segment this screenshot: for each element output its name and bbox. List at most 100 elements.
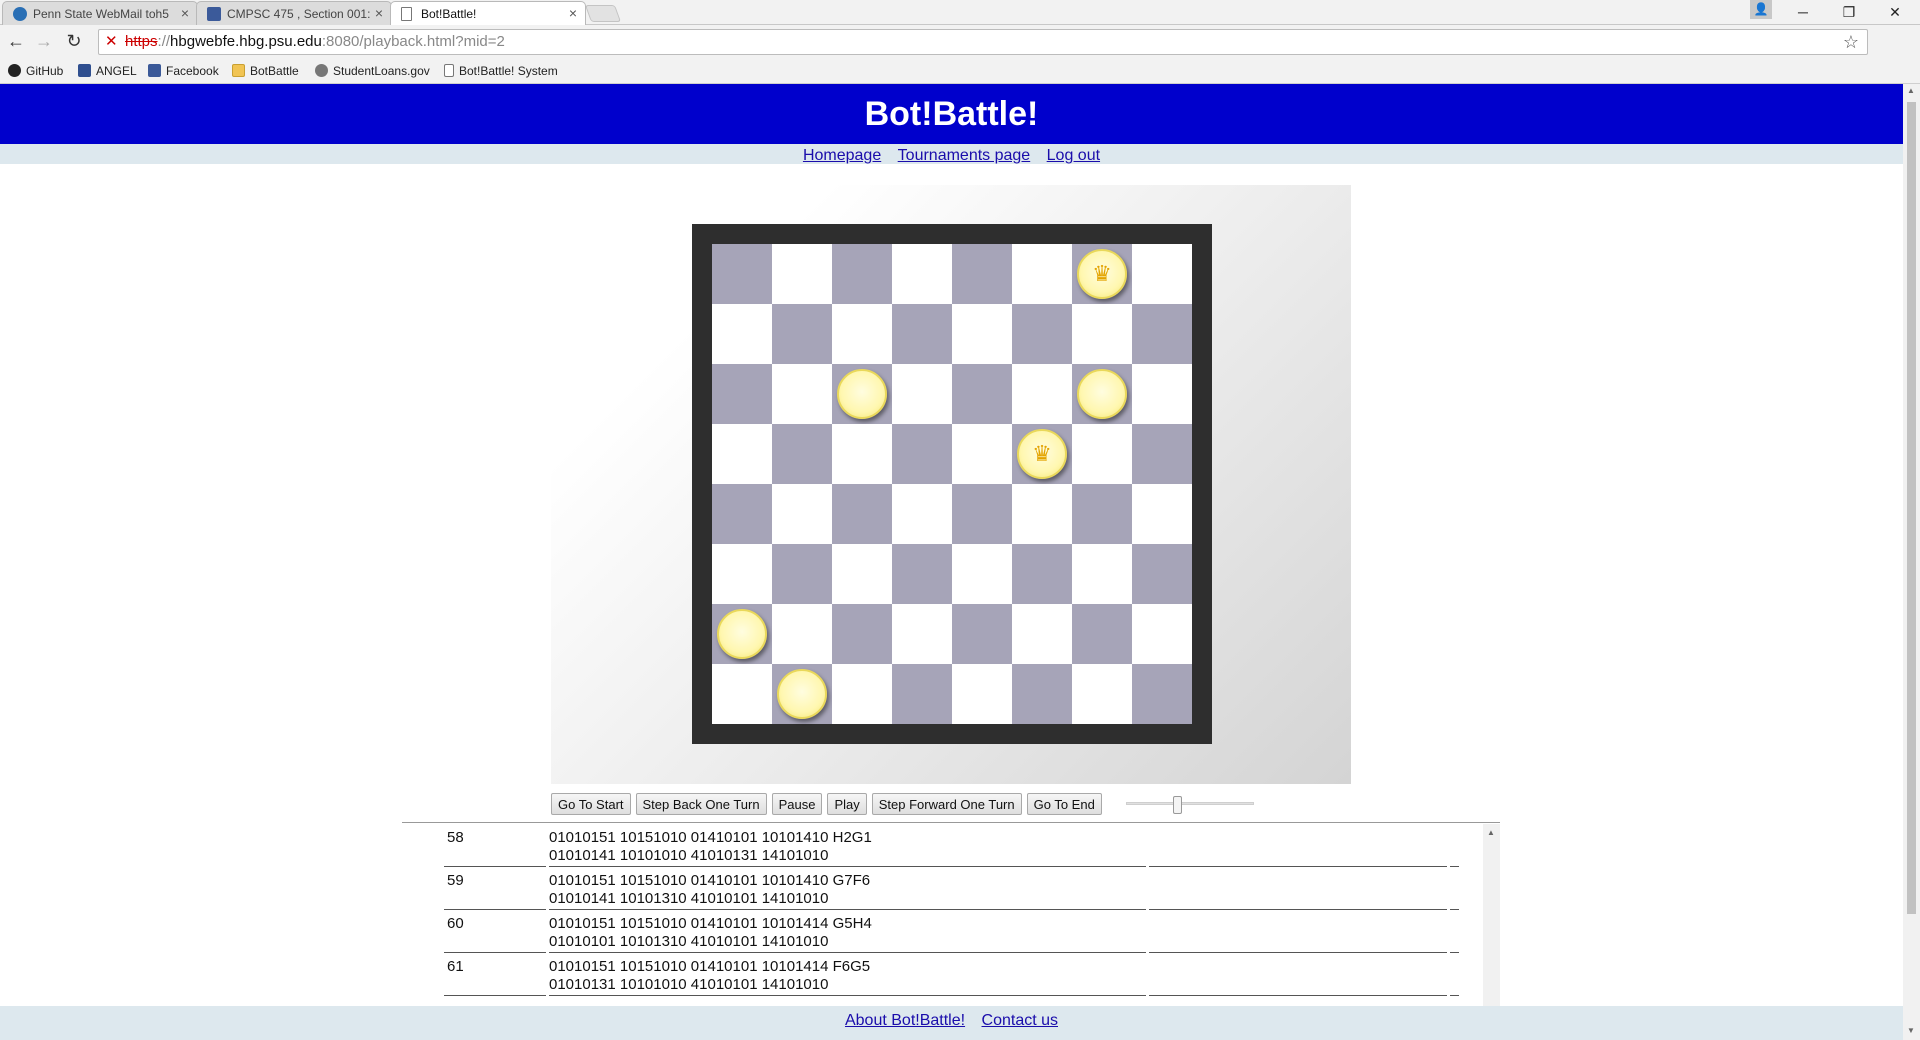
page-scrollbar[interactable]: ▲ ▼ xyxy=(1903,84,1920,1040)
board-square xyxy=(1132,664,1192,724)
move-row: 60 01010151 10151010 01410101 10101414 G5… xyxy=(444,910,1459,953)
state-line: 01010151 10151010 01410101 10101414 F6G5 xyxy=(549,958,871,975)
king-piece: ♛ xyxy=(1077,249,1127,299)
site-nav-links: Homepage Tournaments page Log out xyxy=(0,144,1903,168)
board-square xyxy=(832,244,892,304)
board-square xyxy=(952,304,1012,364)
bookmark-botbattle-system[interactable]: Bot!Battle! System xyxy=(444,64,558,78)
board-square xyxy=(772,424,832,484)
bookmark-facebook[interactable]: Facebook xyxy=(148,64,219,78)
go-to-end-button[interactable]: Go To End xyxy=(1026,793,1102,815)
tab-title: Penn State WebMail toh5 xyxy=(33,7,169,21)
board-square xyxy=(1072,304,1132,364)
back-button[interactable]: ← xyxy=(4,29,28,53)
bookmark-star-icon[interactable]: ☆ xyxy=(1843,30,1859,54)
homepage-link[interactable]: Homepage xyxy=(803,147,881,164)
browser-tab-strip: Penn State WebMail toh5 × CMPSC 475 , Se… xyxy=(0,0,1920,25)
bookmark-github[interactable]: GitHub xyxy=(8,64,63,78)
speed-slider[interactable] xyxy=(1126,796,1254,814)
bookmark-label: ANGEL xyxy=(96,64,137,78)
scroll-up-arrow-icon[interactable]: ▲ xyxy=(1487,828,1495,837)
site-footer: About Bot!Battle! Contact us xyxy=(0,1006,1903,1040)
board-square xyxy=(892,424,952,484)
board-square xyxy=(1072,604,1132,664)
checker-piece xyxy=(837,369,887,419)
url-host: hbgwebfe.hbg.psu.edu xyxy=(170,33,322,50)
turn-number: 59 xyxy=(447,872,464,889)
board-square xyxy=(1072,664,1132,724)
state-line: 01010151 10151010 01410101 10101410 H2G1 xyxy=(549,829,872,846)
reload-button[interactable]: ↻ xyxy=(62,29,86,53)
board-square xyxy=(952,424,1012,484)
new-tab-button[interactable] xyxy=(584,5,622,22)
about-link[interactable]: About Bot!Battle! xyxy=(845,1012,965,1029)
board-square xyxy=(772,664,832,724)
king-piece: ♛ xyxy=(1017,429,1067,479)
board-state: 01010151 10151010 01410101 10101410 G7F6… xyxy=(549,872,1144,908)
webmail-favicon-icon xyxy=(13,7,27,21)
bookmark-label: Bot!Battle! System xyxy=(459,64,558,78)
board-square xyxy=(832,544,892,604)
board-square xyxy=(1072,544,1132,604)
tab-webmail[interactable]: Penn State WebMail toh5 × xyxy=(2,1,198,25)
close-tab-icon[interactable]: × xyxy=(181,5,189,21)
slider-knob[interactable] xyxy=(1173,796,1182,814)
board-square xyxy=(772,604,832,664)
page-icon xyxy=(444,64,454,77)
row-divider xyxy=(1149,995,1447,996)
board-square xyxy=(892,664,952,724)
tab-cmpsc[interactable]: CMPSC 475 , Section 001: × xyxy=(196,1,392,25)
contact-link[interactable]: Contact us xyxy=(982,1012,1058,1029)
bookmark-label: GitHub xyxy=(26,64,64,78)
checkers-board: ♛ ♛ xyxy=(712,244,1192,724)
board-square xyxy=(1012,544,1072,604)
minimize-button[interactable]: ─ xyxy=(1780,0,1826,25)
logout-link[interactable]: Log out xyxy=(1047,147,1100,164)
board-square xyxy=(712,484,772,544)
board-square xyxy=(772,244,832,304)
restore-button[interactable]: ❐ xyxy=(1826,0,1872,25)
divider xyxy=(402,822,1500,823)
step-back-button[interactable]: Step Back One Turn xyxy=(635,793,767,815)
insecure-lock-icon[interactable]: ✕ xyxy=(105,30,118,54)
profile-icon[interactable]: 👤 xyxy=(1750,0,1772,19)
board-square xyxy=(712,364,772,424)
board-square xyxy=(892,484,952,544)
close-window-button[interactable]: ✕ xyxy=(1872,0,1918,25)
tournaments-link[interactable]: Tournaments page xyxy=(898,147,1031,164)
board-square xyxy=(712,244,772,304)
bookmark-label: Facebook xyxy=(166,64,219,78)
bookmark-botbattle[interactable]: BotBattle xyxy=(232,64,299,78)
tab-botbattle[interactable]: Bot!Battle! × xyxy=(390,1,586,25)
board-square xyxy=(1012,364,1072,424)
close-tab-icon[interactable]: × xyxy=(375,5,383,21)
address-bar[interactable]: ✕ https://hbgwebfe.hbg.psu.edu:8080/play… xyxy=(98,29,1868,55)
board-square: ♛ xyxy=(1012,424,1072,484)
scroll-up-arrow-icon[interactable]: ▲ xyxy=(1907,86,1915,95)
bookmark-studentloans[interactable]: StudentLoans.gov xyxy=(315,64,430,78)
board-square xyxy=(712,424,772,484)
go-to-start-button[interactable]: Go To Start xyxy=(551,793,631,815)
board-square xyxy=(712,304,772,364)
close-tab-icon[interactable]: × xyxy=(569,5,577,21)
bookmark-angel[interactable]: ANGEL xyxy=(78,64,137,78)
state-line: 01010101 10101310 41010101 14101010 xyxy=(549,933,829,950)
step-forward-button[interactable]: Step Forward One Turn xyxy=(871,793,1022,815)
crown-icon: ♛ xyxy=(1092,261,1112,286)
pause-button[interactable]: Pause xyxy=(771,793,823,815)
board-square xyxy=(772,544,832,604)
url-scheme: https xyxy=(125,33,158,50)
scroll-down-arrow-icon[interactable]: ▼ xyxy=(1907,1026,1915,1035)
url-path: :8080/playback.html?mid=2 xyxy=(321,33,505,50)
board-square xyxy=(1132,604,1192,664)
checkers-board-frame: ♛ ♛ xyxy=(692,224,1212,744)
board-square xyxy=(1012,664,1072,724)
forward-button[interactable]: → xyxy=(32,29,56,53)
state-line: 01010131 10101010 41010101 14101010 xyxy=(549,976,829,993)
board-square xyxy=(832,304,892,364)
board-square xyxy=(1012,244,1072,304)
play-button[interactable]: Play xyxy=(827,793,867,815)
state-line: 01010151 10151010 01410101 10101414 G5H4 xyxy=(549,915,872,932)
scrollbar-thumb[interactable] xyxy=(1907,102,1916,914)
board-square xyxy=(892,244,952,304)
